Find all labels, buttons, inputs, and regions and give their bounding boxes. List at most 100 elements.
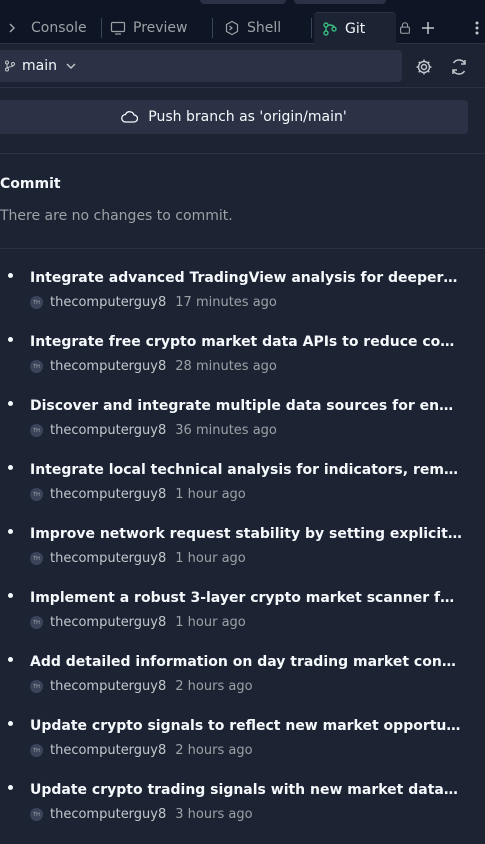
commit-meta: TH thecomputerguy8 1 hour ago	[30, 551, 246, 566]
commit-item[interactable]: Integrate local technical analysis for i…	[0, 460, 485, 524]
commit-bullet	[8, 721, 13, 726]
commit-empty-message: There are no changes to commit.	[0, 208, 233, 224]
avatar: TH	[30, 744, 43, 757]
commit-message: Implement a robust 3-layer crypto market…	[30, 590, 462, 606]
commit-time: 1 hour ago	[175, 487, 246, 502]
console-icon	[9, 23, 16, 33]
commit-time: 1 hour ago	[175, 615, 246, 630]
commit-meta: TH thecomputerguy8 17 minutes ago	[30, 295, 277, 310]
cloud-icon	[121, 111, 139, 123]
avatar: TH	[30, 296, 43, 309]
tab-separator	[311, 18, 312, 38]
avatar: TH	[30, 552, 43, 565]
commit-message: Update crypto trading signals with new m…	[30, 782, 462, 798]
commit-message: Integrate free crypto market data APIs t…	[30, 334, 462, 350]
avatar: TH	[30, 680, 43, 693]
tab-overflow[interactable]	[398, 16, 412, 40]
tab-label: Shell	[247, 20, 282, 36]
commit-time: 3 hours ago	[175, 807, 253, 822]
settings-button[interactable]	[412, 55, 436, 79]
git-icon	[323, 21, 337, 36]
commit-time: 2 hours ago	[175, 743, 253, 758]
commit-time: 36 minutes ago	[175, 423, 277, 438]
commit-author: thecomputerguy8	[50, 551, 167, 566]
branch-name: main	[22, 58, 57, 74]
shell-icon	[225, 20, 239, 36]
commit-message: Discover and integrate multiple data sou…	[30, 398, 462, 414]
chevron-down-icon	[66, 63, 76, 69]
commit-message: Integrate local technical analysis for i…	[30, 462, 462, 478]
commit-meta: TH thecomputerguy8 1 hour ago	[30, 487, 246, 502]
tab-separator	[212, 18, 213, 38]
commit-bullet	[8, 337, 13, 342]
branch-icon	[5, 60, 15, 72]
commit-author: thecomputerguy8	[50, 807, 167, 822]
tab-label: Console	[31, 20, 87, 36]
more-menu-button[interactable]	[470, 16, 484, 40]
commit-item[interactable]: Integrate free crypto market data APIs t…	[0, 332, 485, 396]
commit-time: 1 hour ago	[175, 551, 246, 566]
commit-bullet	[8, 401, 13, 406]
commit-meta: TH thecomputerguy8 1 hour ago	[30, 615, 246, 630]
commit-message: Integrate advanced TradingView analysis …	[30, 270, 462, 286]
commit-time: 17 minutes ago	[175, 295, 277, 310]
commit-item[interactable]: Update crypto signals to reflect new mar…	[0, 716, 485, 780]
tab-label: Git	[345, 20, 366, 37]
commit-meta: TH thecomputerguy8 2 hours ago	[30, 679, 253, 694]
avatar: TH	[30, 424, 43, 437]
plus-icon	[422, 22, 434, 34]
commit-bullet	[8, 529, 13, 534]
tab-shell[interactable]: Shell	[216, 12, 310, 44]
commit-item[interactable]: Implement a robust 3-layer crypto market…	[0, 588, 485, 652]
commit-author: thecomputerguy8	[50, 487, 167, 502]
commit-message: Improve network request stability by set…	[30, 526, 462, 542]
commit-item[interactable]: Discover and integrate multiple data sou…	[0, 396, 485, 460]
commit-time: 2 hours ago	[175, 679, 253, 694]
divider	[0, 87, 485, 88]
commit-time: 28 minutes ago	[175, 359, 277, 374]
commit-author: thecomputerguy8	[50, 743, 167, 758]
commit-bullet	[8, 785, 13, 790]
commit-author: thecomputerguy8	[50, 423, 167, 438]
push-label: Push branch as 'origin/main'	[148, 109, 347, 125]
divider	[0, 248, 485, 249]
gear-icon	[416, 59, 432, 75]
commit-item[interactable]: Update crypto trading signals with new m…	[0, 780, 485, 844]
commit-bullet	[8, 657, 13, 662]
commit-bullet	[8, 593, 13, 598]
commit-meta: TH thecomputerguy8 2 hours ago	[30, 743, 253, 758]
refresh-icon	[452, 59, 466, 75]
commit-meta: TH thecomputerguy8 3 hours ago	[30, 807, 253, 822]
push-branch-button[interactable]: Push branch as 'origin/main'	[0, 100, 468, 134]
avatar: TH	[30, 488, 43, 501]
commit-meta: TH thecomputerguy8 28 minutes ago	[30, 359, 277, 374]
avatar: TH	[30, 808, 43, 821]
refresh-button[interactable]	[447, 55, 471, 79]
commit-item[interactable]: Improve network request stability by set…	[0, 524, 485, 588]
commit-meta: TH thecomputerguy8 36 minutes ago	[30, 423, 277, 438]
commit-author: thecomputerguy8	[50, 359, 167, 374]
commit-item[interactable]: Integrate advanced TradingView analysis …	[0, 268, 485, 332]
commit-bullet	[8, 465, 13, 470]
commit-author: thecomputerguy8	[50, 295, 167, 310]
kebab-icon	[475, 21, 479, 35]
commit-heading: Commit	[0, 176, 61, 192]
branch-selector[interactable]: main	[0, 50, 402, 82]
commit-author: thecomputerguy8	[50, 679, 167, 694]
commit-message: Update crypto signals to reflect new mar…	[30, 718, 462, 734]
avatar: TH	[30, 360, 43, 373]
commit-author: thecomputerguy8	[50, 615, 167, 630]
add-tab-button[interactable]	[416, 16, 440, 40]
tab-label: Preview	[133, 20, 188, 36]
tab-bar: Console Preview Shell Git	[0, 4, 485, 44]
divider	[0, 153, 485, 154]
commit-item[interactable]: Add detailed information on day trading …	[0, 652, 485, 716]
monitor-icon	[110, 21, 126, 35]
tab-git[interactable]: Git	[314, 12, 396, 44]
commit-message: Add detailed information on day trading …	[30, 654, 462, 670]
commit-bullet	[8, 273, 13, 278]
lock-icon	[400, 22, 410, 34]
tab-console[interactable]: Console	[0, 12, 100, 44]
avatar: TH	[30, 616, 43, 629]
tab-preview[interactable]: Preview	[102, 12, 212, 44]
